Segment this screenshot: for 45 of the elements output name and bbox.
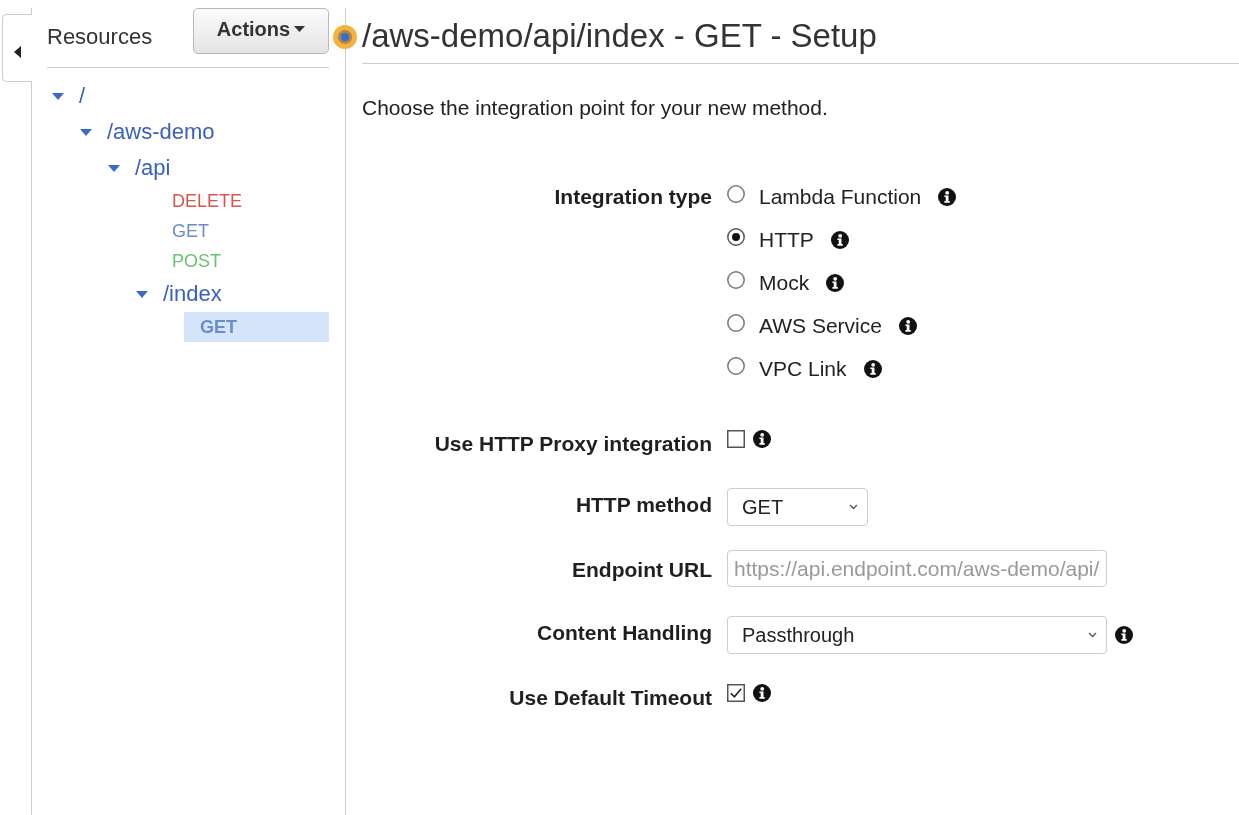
- checkbox[interactable]: [727, 684, 745, 702]
- info-icon[interactable]: [753, 684, 771, 702]
- description-text: Choose the integration point for your new method.: [362, 95, 828, 121]
- info-icon[interactable]: [863, 359, 882, 378]
- field-label: Content Handling: [537, 621, 712, 644]
- field-label: Endpoint URL: [572, 558, 712, 581]
- chevron-down-icon: [1088, 632, 1097, 638]
- dropdown[interactable]: GET: [727, 488, 868, 526]
- text-field[interactable]: https://api.endpoint.com/aws-demo/api/: [727, 550, 1107, 587]
- info-icon[interactable]: [938, 187, 957, 206]
- radio-label: AWS Service: [759, 313, 882, 338]
- dropdown[interactable]: Passthrough: [727, 616, 1107, 654]
- method-tree-item[interactable]: GET: [156, 216, 225, 246]
- resource-tree-item[interactable]: /index: [131, 276, 222, 312]
- radio-button[interactable]: [727, 185, 745, 203]
- method-tree-item[interactable]: DELETE: [156, 186, 259, 216]
- caret-down-icon: [294, 26, 306, 32]
- dot-icon: [333, 25, 357, 49]
- page-title: /aws-demo/api/index - GET - Setup: [362, 16, 877, 56]
- radio-button[interactable]: [727, 228, 745, 246]
- checkbox[interactable]: [727, 430, 745, 448]
- radio-label: Lambda Function: [759, 184, 922, 209]
- info-icon[interactable]: [898, 316, 917, 335]
- resource-tree-item[interactable]: /api: [103, 150, 171, 186]
- actions-button[interactable]: Actions: [193, 8, 329, 54]
- field-label: Use HTTP Proxy integration: [434, 432, 712, 455]
- resource-tree-item[interactable]: /aws-demo: [75, 114, 215, 150]
- radio-label: VPC Link: [759, 356, 847, 381]
- radio-button[interactable]: [727, 357, 745, 375]
- chevron-down-icon: [849, 504, 858, 510]
- radio-label: Mock: [759, 270, 810, 295]
- field-label: Use Default Timeout: [509, 686, 712, 709]
- radio-label: HTTP: [759, 227, 814, 252]
- collapse-tab[interactable]: [2, 14, 32, 82]
- info-icon[interactable]: [1115, 626, 1133, 644]
- resource-tree-item[interactable]: /: [47, 78, 86, 114]
- field-label: Integration type: [554, 185, 712, 208]
- radio-button[interactable]: [727, 314, 745, 332]
- info-icon[interactable]: [830, 230, 849, 249]
- radio-button[interactable]: [727, 271, 745, 289]
- info-icon[interactable]: [753, 430, 771, 448]
- sidebar-title: Resources: [47, 24, 153, 50]
- caret-left-icon: [14, 46, 21, 58]
- field-label: HTTP method: [575, 493, 712, 516]
- info-icon[interactable]: [826, 273, 845, 292]
